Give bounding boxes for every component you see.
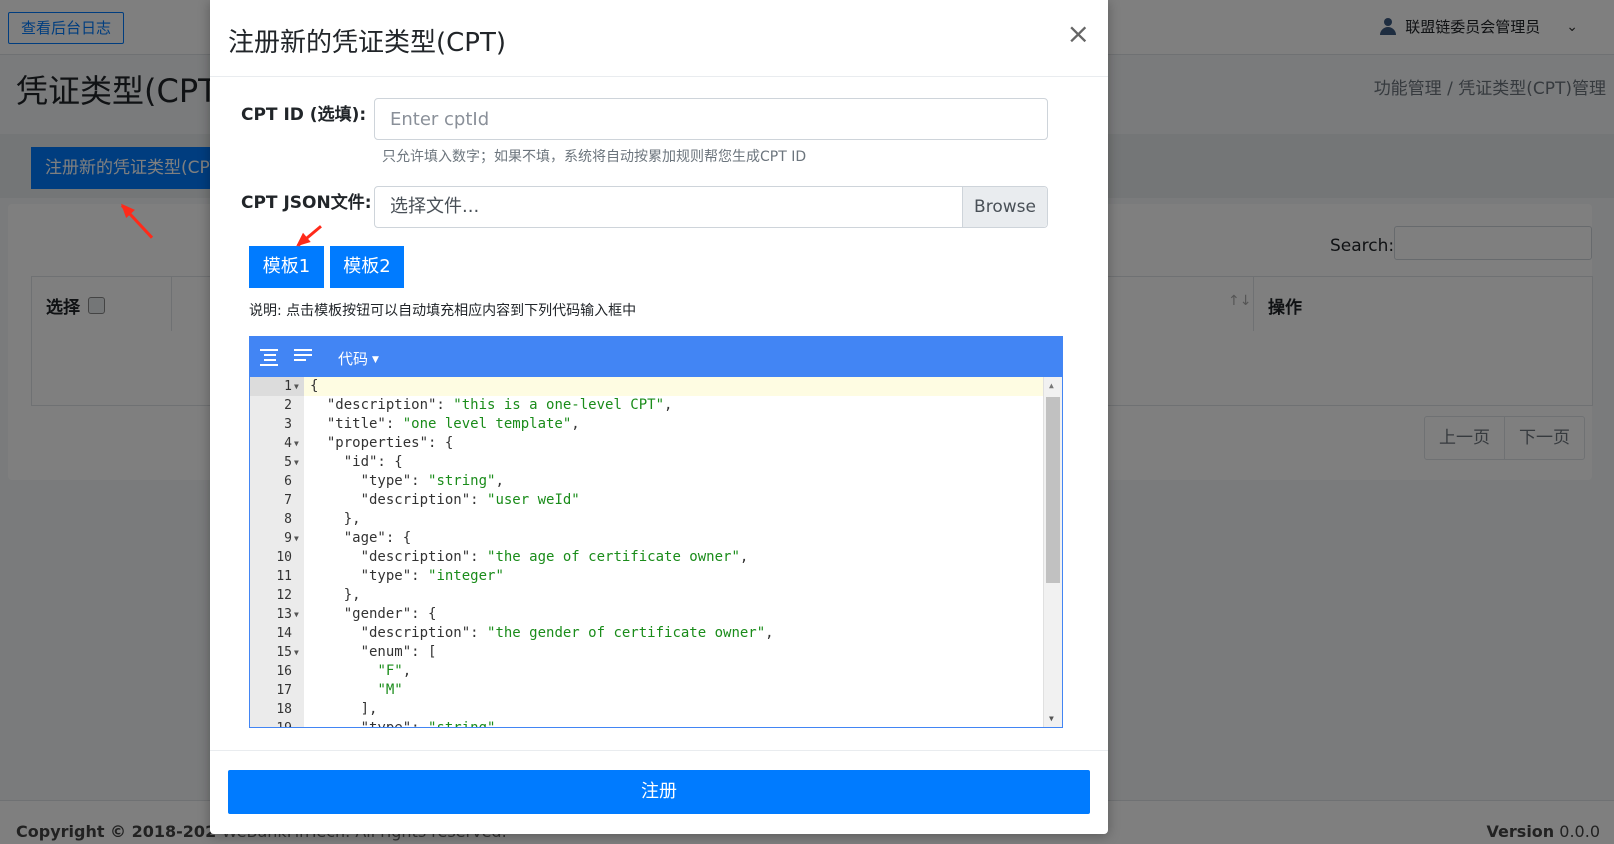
- code-editor[interactable]: 代码 ▼ 1 ▼{2 "description": "this is a one-l…: [249, 336, 1063, 728]
- modal-footer-divider: [210, 750, 1108, 751]
- compact-icon[interactable]: [294, 349, 312, 365]
- code-text: "description": "this is a one-level CPT"…: [310, 397, 673, 413]
- fold-toggle-icon[interactable]: ▼: [294, 643, 299, 662]
- mode-dropdown[interactable]: 代码 ▼: [338, 348, 379, 369]
- modal-title: 注册新的凭证类型(CPT): [228, 28, 507, 58]
- code-text: "gender": {: [310, 606, 437, 622]
- cpt-id-label: CPT ID (选填):: [241, 105, 367, 125]
- file-placeholder: 选择文件...: [390, 196, 480, 217]
- editor-toolbar: 代码 ▼: [250, 337, 1062, 377]
- line-number: 19: [250, 719, 304, 727]
- line-number: 11: [276, 569, 292, 584]
- code-text: "type": "integer": [310, 568, 504, 584]
- editor-body[interactable]: 1 ▼{2 "description": "this is a one-level…: [250, 377, 1062, 727]
- code-text: "type": "string": [310, 720, 496, 728]
- mode-label: 代码: [338, 350, 369, 368]
- code-text: "description": "user weId": [310, 492, 580, 508]
- code-text: {: [310, 378, 319, 394]
- code-line[interactable]: 10 "description": "the age of certificat…: [250, 548, 1044, 567]
- fold-toggle-icon[interactable]: ▼: [294, 377, 299, 396]
- fold-toggle-icon[interactable]: ▼: [294, 453, 299, 472]
- code-text: "F",: [377, 663, 412, 679]
- code-line[interactable]: 19 "type": "string": [250, 719, 1044, 728]
- code-line[interactable]: 13 ▼ "gender": {: [250, 605, 1044, 624]
- code-line[interactable]: 7 "description": "user weId": [250, 491, 1044, 510]
- caret-down-icon: ▼: [372, 354, 379, 365]
- line-number: 16: [276, 664, 292, 679]
- line-number: 12: [276, 588, 292, 603]
- code-line[interactable]: 15 ▼ "enum": [: [250, 643, 1044, 662]
- line-number: 8: [284, 512, 292, 527]
- close-button[interactable]: ×: [1067, 20, 1090, 48]
- line-number: 18: [276, 702, 292, 717]
- code-text: "enum": [: [310, 644, 437, 660]
- code-text: ],: [310, 701, 378, 717]
- code-text: "properties": {: [310, 435, 454, 451]
- scroll-down-icon[interactable]: ▼: [1049, 714, 1054, 723]
- code-text: "description": "the age of certificate o…: [310, 549, 749, 565]
- code-line[interactable]: 9 ▼ "age": {: [250, 529, 1044, 548]
- browse-button[interactable]: Browse: [962, 187, 1047, 227]
- code-line[interactable]: 11 "type": "integer": [250, 567, 1044, 586]
- code-text: "title": "one level template",: [310, 416, 580, 432]
- fold-toggle-icon[interactable]: ▼: [294, 434, 299, 453]
- code-line[interactable]: 14 "description": "the gender of certifi…: [250, 624, 1044, 643]
- cpt-json-label: CPT JSON文件:: [241, 193, 372, 213]
- scroll-up-icon[interactable]: ▲: [1049, 381, 1054, 390]
- code-line[interactable]: 1 ▼{: [250, 377, 1044, 396]
- format-icon[interactable]: [260, 349, 278, 366]
- code-text: },: [310, 587, 361, 603]
- code-text: "age": {: [310, 530, 412, 546]
- code-line[interactable]: 3 "title": "one level template",: [250, 415, 1044, 434]
- line-number: 17: [276, 683, 292, 698]
- line-number: 2: [284, 398, 292, 413]
- code-line[interactable]: 4 ▼ "properties": {: [250, 434, 1044, 453]
- code-text: },: [310, 511, 361, 527]
- code-line[interactable]: 6 "type": "string",: [250, 472, 1044, 491]
- submit-register-button[interactable]: 注册: [228, 770, 1090, 814]
- code-line[interactable]: 16 "F",: [250, 662, 1044, 681]
- scroll-thumb[interactable]: [1046, 397, 1060, 583]
- code-line[interactable]: 5 ▼ "id": {: [250, 453, 1044, 472]
- editor-scrollbar[interactable]: ▲ ▼: [1043, 377, 1062, 727]
- code-text: "type": "string",: [310, 473, 504, 489]
- line-number: 7: [284, 493, 292, 508]
- modal-header: 注册新的凭证类型(CPT) ×: [210, 0, 1108, 77]
- file-input[interactable]: 选择文件... Browse: [374, 186, 1048, 228]
- code-line[interactable]: 12 },: [250, 586, 1044, 605]
- code-text: "description": "the gender of certificat…: [310, 625, 774, 641]
- fold-toggle-icon[interactable]: ▼: [294, 529, 299, 548]
- line-number: 10: [276, 550, 292, 565]
- cpt-id-help: 只允许填入数字；如果不填，系统将自动按累加规则帮您生成CPT ID: [382, 149, 807, 165]
- cpt-id-input[interactable]: Enter cptId: [374, 98, 1048, 140]
- template2-button[interactable]: 模板2: [330, 246, 404, 288]
- fold-toggle-icon[interactable]: ▼: [294, 605, 299, 624]
- template-note: 说明: 点击模板按钮可以自动填充相应内容到下列代码输入框中: [249, 303, 637, 319]
- code-line[interactable]: 18 ],: [250, 700, 1044, 719]
- line-number: 6: [284, 474, 292, 489]
- code-text: "M": [377, 682, 403, 698]
- code-line[interactable]: 17 "M": [250, 681, 1044, 700]
- line-number: 14: [276, 626, 292, 641]
- line-number: 3: [284, 417, 292, 432]
- code-text: "id": {: [310, 454, 403, 470]
- code-lines: 1 ▼{2 "description": "this is a one-level…: [250, 377, 1044, 728]
- code-line[interactable]: 8 },: [250, 510, 1044, 529]
- code-line[interactable]: 2 "description": "this is a one-level CP…: [250, 396, 1044, 415]
- template1-button[interactable]: 模板1: [249, 246, 324, 288]
